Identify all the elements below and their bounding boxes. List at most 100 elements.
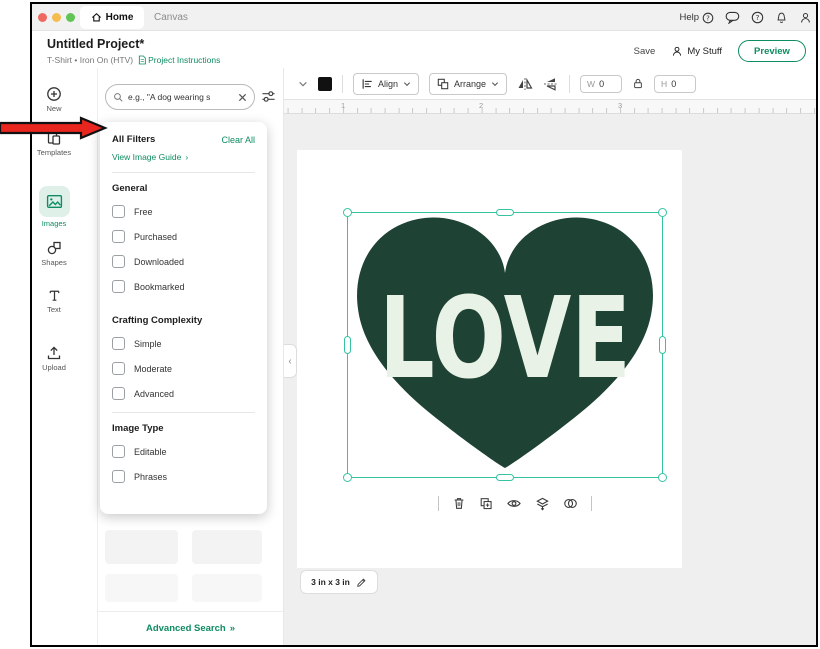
filter-option-advanced-label: Advanced bbox=[134, 389, 174, 399]
account-icon[interactable] bbox=[799, 11, 812, 25]
checkbox-phrases[interactable] bbox=[112, 470, 125, 483]
arrange-label: Arrange bbox=[454, 79, 486, 89]
tab-home[interactable]: Home bbox=[80, 6, 144, 29]
width-value: 0 bbox=[599, 79, 604, 89]
sidebar-item-templates-label: Templates bbox=[32, 148, 76, 157]
project-instructions-label: Project Instructions bbox=[148, 55, 220, 65]
divider bbox=[112, 172, 255, 173]
sidebar-item-new-label: New bbox=[32, 104, 76, 113]
plus-circle-icon bbox=[46, 86, 62, 102]
section-heading-general: General bbox=[112, 183, 255, 194]
flip-vertical-icon[interactable] bbox=[543, 77, 559, 91]
search-icon bbox=[113, 92, 124, 103]
filter-option-purchased-label: Purchased bbox=[134, 232, 177, 242]
sidebar-item-images[interactable]: Images bbox=[32, 186, 76, 228]
edit-pencil-icon[interactable] bbox=[356, 577, 367, 588]
image-search-input[interactable]: e.g., "A dog wearing s bbox=[105, 84, 255, 110]
filter-option-bookmarked-label: Bookmarked bbox=[134, 282, 185, 292]
images-active-highlight bbox=[39, 186, 70, 217]
selection-bounding-box[interactable] bbox=[347, 212, 663, 478]
ruler-ticks bbox=[284, 108, 816, 113]
filter-option-advanced[interactable]: Advanced bbox=[112, 387, 255, 400]
image-result-placeholder[interactable] bbox=[105, 530, 178, 564]
arrange-dropdown[interactable]: Arrange bbox=[429, 73, 507, 95]
tab-canvas[interactable]: Canvas bbox=[154, 4, 188, 31]
my-stuff-label: My Stuff bbox=[687, 46, 722, 57]
help-menu[interactable]: Help ? bbox=[679, 12, 714, 24]
filter-option-downloaded[interactable]: Downloaded bbox=[112, 255, 255, 268]
filter-option-bookmarked[interactable]: Bookmarked bbox=[112, 280, 255, 293]
filter-option-free[interactable]: Free bbox=[112, 205, 255, 218]
resize-handle-top[interactable] bbox=[496, 209, 514, 216]
horizontal-ruler: 1 2 3 bbox=[284, 100, 816, 114]
filter-option-simple[interactable]: Simple bbox=[112, 337, 255, 350]
preview-button[interactable]: Preview bbox=[738, 40, 806, 62]
align-dropdown[interactable]: Align bbox=[353, 73, 419, 95]
close-window-button[interactable] bbox=[38, 13, 47, 22]
sidebar-item-text-label: Text bbox=[32, 305, 76, 314]
clear-search-icon[interactable] bbox=[238, 93, 247, 102]
image-result-placeholder[interactable] bbox=[105, 574, 178, 602]
svg-text:?: ? bbox=[756, 13, 760, 22]
zoom-window-button[interactable] bbox=[66, 13, 75, 22]
weld-icon[interactable] bbox=[563, 497, 578, 510]
save-button[interactable]: Save bbox=[634, 46, 656, 57]
checkbox-purchased[interactable] bbox=[112, 230, 125, 243]
height-input[interactable]: H 0 bbox=[654, 75, 696, 93]
resize-handle-top-right[interactable] bbox=[658, 208, 667, 217]
ruler-mark: 3 bbox=[618, 101, 622, 110]
image-result-placeholder[interactable] bbox=[192, 574, 262, 602]
resize-handle-left[interactable] bbox=[344, 336, 351, 354]
checkbox-simple[interactable] bbox=[112, 337, 125, 350]
resize-handle-bottom-right[interactable] bbox=[658, 473, 667, 482]
question-circle-icon[interactable]: ? bbox=[751, 11, 764, 24]
resize-handle-bottom-left[interactable] bbox=[343, 473, 352, 482]
image-result-placeholder[interactable] bbox=[192, 530, 262, 564]
project-instructions-link[interactable]: Project Instructions bbox=[138, 55, 220, 65]
my-stuff-button[interactable]: My Stuff bbox=[671, 45, 722, 58]
sidebar-item-new[interactable]: New bbox=[32, 86, 76, 113]
filter-option-moderate[interactable]: Moderate bbox=[112, 362, 255, 375]
checkbox-editable[interactable] bbox=[112, 445, 125, 458]
checkbox-free[interactable] bbox=[112, 205, 125, 218]
view-image-guide-link[interactable]: View Image Guide › bbox=[112, 152, 255, 162]
hide-eye-icon[interactable] bbox=[506, 497, 522, 510]
height-label: H bbox=[661, 79, 667, 89]
chevron-down-icon bbox=[491, 81, 499, 87]
sidebar-item-upload[interactable]: Upload bbox=[32, 345, 76, 372]
layers-icon[interactable] bbox=[535, 496, 550, 511]
chevron-down-icon[interactable] bbox=[298, 80, 308, 88]
filter-sliders-icon[interactable] bbox=[261, 89, 276, 104]
clear-all-link[interactable]: Clear All bbox=[221, 135, 255, 145]
filter-option-phrases[interactable]: Phrases bbox=[112, 470, 255, 483]
filter-option-editable[interactable]: Editable bbox=[112, 445, 255, 458]
trash-icon[interactable] bbox=[452, 496, 466, 511]
width-input[interactable]: W 0 bbox=[580, 75, 622, 93]
filter-option-purchased[interactable]: Purchased bbox=[112, 230, 255, 243]
minimize-window-button[interactable] bbox=[52, 13, 61, 22]
filter-option-editable-label: Editable bbox=[134, 447, 167, 457]
canvas-size-badge[interactable]: 3 in x 3 in bbox=[300, 570, 378, 594]
feedback-chat-icon[interactable] bbox=[725, 11, 740, 24]
divider bbox=[342, 75, 343, 93]
sidebar-item-text[interactable]: Text bbox=[32, 288, 76, 314]
checkbox-advanced[interactable] bbox=[112, 387, 125, 400]
resize-handle-top-left[interactable] bbox=[343, 208, 352, 217]
checkbox-moderate[interactable] bbox=[112, 362, 125, 375]
checkbox-bookmarked[interactable] bbox=[112, 280, 125, 293]
svg-text:?: ? bbox=[706, 14, 710, 22]
bell-icon[interactable] bbox=[775, 11, 788, 25]
lock-icon[interactable] bbox=[632, 77, 644, 90]
sidebar-item-shapes-label: Shapes bbox=[32, 258, 76, 267]
resize-handle-right[interactable] bbox=[659, 336, 666, 354]
duplicate-icon[interactable] bbox=[479, 496, 493, 511]
filters-dropdown: All Filters Clear All View Image Guide ›… bbox=[100, 122, 267, 514]
color-swatch[interactable] bbox=[318, 77, 332, 91]
tab-canvas-label: Canvas bbox=[154, 12, 188, 23]
panel-collapse-button[interactable]: ‹ bbox=[284, 344, 297, 378]
flip-horizontal-icon[interactable] bbox=[517, 77, 533, 91]
checkbox-downloaded[interactable] bbox=[112, 255, 125, 268]
resize-handle-bottom[interactable] bbox=[496, 474, 514, 481]
sidebar-item-shapes[interactable]: Shapes bbox=[32, 240, 76, 267]
advanced-search-link[interactable]: Advanced Search » bbox=[98, 611, 283, 645]
